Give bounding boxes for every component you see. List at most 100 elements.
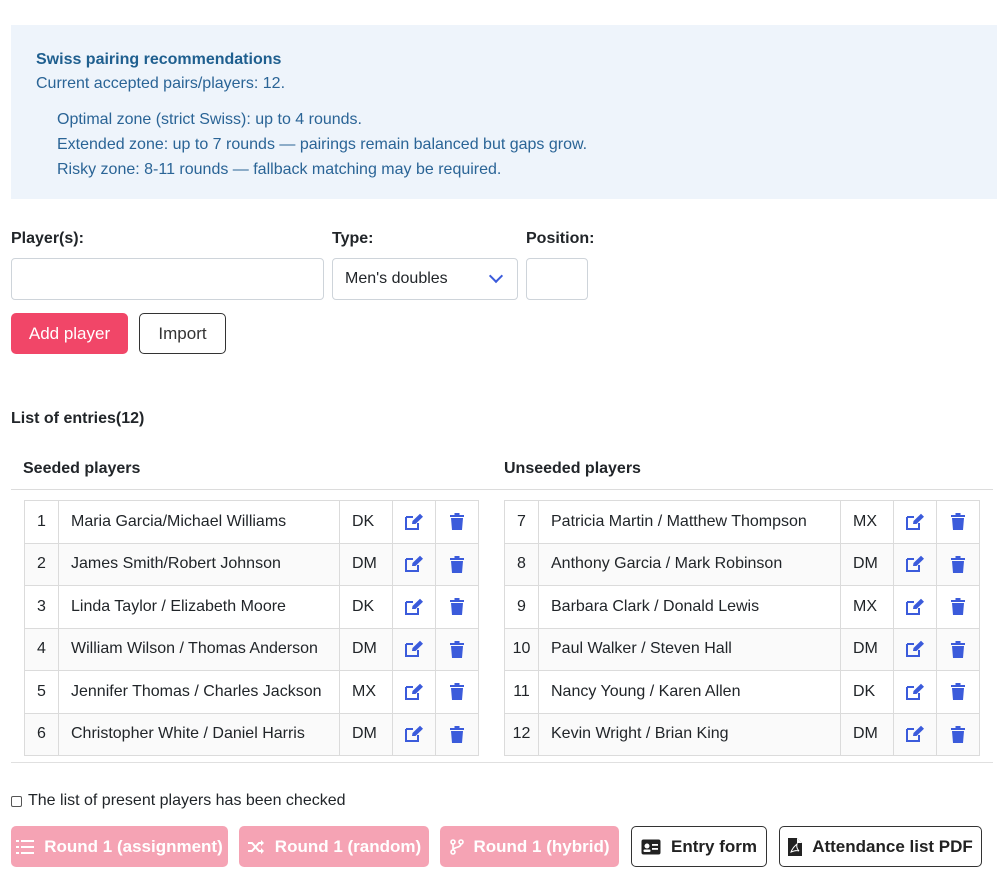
type-label: Type: <box>332 230 374 247</box>
delete-entry-button[interactable] <box>936 712 980 756</box>
edit-entry-button[interactable] <box>392 627 436 671</box>
trash-icon <box>450 513 464 531</box>
delete-entry-button[interactable] <box>435 670 479 714</box>
edit-icon <box>405 683 423 700</box>
entry-name: Nancy Young / Karen Allen <box>538 670 841 714</box>
edit-icon <box>405 513 423 530</box>
entry-number: 8 <box>504 542 539 586</box>
entry-type-code: DM <box>840 542 894 586</box>
shuffle-icon <box>247 839 264 854</box>
checked-row: The list of present players has been che… <box>11 792 346 810</box>
delete-entry-button[interactable] <box>435 585 479 629</box>
entry-row: 5 Jennifer Thomas / Charles Jackson MX <box>24 670 479 714</box>
entry-name: Patricia Martin / Matthew Thompson <box>538 500 841 544</box>
entry-name: Jennifer Thomas / Charles Jackson <box>58 670 340 714</box>
edit-entry-button[interactable] <box>893 627 937 671</box>
seeded-title: Seeded players <box>23 460 141 477</box>
trash-icon <box>450 640 464 658</box>
notice-summary: Current accepted pairs/players: 12. <box>36 75 286 92</box>
edit-icon <box>405 640 423 658</box>
trash-icon <box>951 640 965 658</box>
entry-type-code: DM <box>840 712 894 756</box>
trash-icon <box>450 683 464 701</box>
entry-number: 5 <box>24 670 59 714</box>
round-random-label: Round 1 (random) <box>274 836 422 856</box>
add-player-button[interactable]: Add player <box>11 313 128 354</box>
zone-extended: Extended zone: up to 7 rounds — pairings… <box>57 136 588 153</box>
edit-icon <box>906 598 924 615</box>
attendance-pdf-label: Attendance list PDF <box>812 836 973 856</box>
trash-icon <box>951 683 965 701</box>
entry-row: 1 Maria Garcia/Michael Williams DK <box>24 500 479 544</box>
trash-icon <box>450 725 464 743</box>
pairing-notice: Swiss pairing recommendations Current ac… <box>11 25 997 199</box>
position-input[interactable] <box>526 258 588 300</box>
round-random-button[interactable]: Round 1 (random) <box>239 826 429 867</box>
code-branch-icon <box>449 838 464 855</box>
delete-entry-button[interactable] <box>435 627 479 671</box>
delete-entry-button[interactable] <box>936 670 980 714</box>
entries-title: List of entries(12) <box>11 410 145 427</box>
entry-type-code: DM <box>339 712 393 756</box>
entry-form-label: Entry form <box>671 836 757 856</box>
entry-row: 3 Linda Taylor / Elizabeth Moore DK <box>24 585 479 629</box>
position-label: Position: <box>526 230 595 247</box>
type-select[interactable]: Men's doubles <box>332 258 518 300</box>
edit-icon <box>906 725 924 743</box>
edit-entry-button[interactable] <box>893 500 937 544</box>
entry-number: 3 <box>24 585 59 629</box>
delete-entry-button[interactable] <box>435 542 479 586</box>
delete-entry-button[interactable] <box>435 500 479 544</box>
id-card-icon <box>641 839 661 854</box>
delete-entry-button[interactable] <box>936 585 980 629</box>
entry-name: Christopher White / Daniel Harris <box>58 712 340 756</box>
edit-entry-button[interactable] <box>392 585 436 629</box>
delete-entry-button[interactable] <box>936 500 980 544</box>
entry-type-code: DM <box>339 542 393 586</box>
players-label: Player(s): <box>11 230 84 247</box>
entries-panel: Seeded players Unseeded players 1 Maria G… <box>11 448 993 763</box>
edit-entry-button[interactable] <box>893 712 937 756</box>
delete-entry-button[interactable] <box>936 627 980 671</box>
entries-panel-header: Seeded players Unseeded players <box>11 448 993 490</box>
edit-entry-button[interactable] <box>893 542 937 586</box>
entry-row: 7 Patricia Martin / Matthew Thompson MX <box>504 500 980 544</box>
type-select-value: Men's doubles <box>345 270 448 287</box>
players-input[interactable] <box>11 258 324 300</box>
edit-entry-button[interactable] <box>893 585 937 629</box>
delete-entry-button[interactable] <box>936 542 980 586</box>
entry-type-code: MX <box>339 670 393 714</box>
edit-entry-button[interactable] <box>893 670 937 714</box>
trash-icon <box>951 598 965 616</box>
entry-row: 8 Anthony Garcia / Mark Robinson DM <box>504 542 980 586</box>
delete-entry-button[interactable] <box>435 712 479 756</box>
edit-entry-button[interactable] <box>392 670 436 714</box>
edit-icon <box>906 555 924 573</box>
entry-row: 10 Paul Walker / Steven Hall DM <box>504 627 980 671</box>
entry-number: 12 <box>504 712 539 756</box>
unseeded-title: Unseeded players <box>504 460 641 477</box>
present-checked-checkbox[interactable] <box>11 795 22 807</box>
entry-number: 11 <box>504 670 539 714</box>
edit-icon <box>906 513 924 530</box>
edit-entry-button[interactable] <box>392 542 436 586</box>
edit-entry-button[interactable] <box>392 712 436 756</box>
round-assignment-button[interactable]: Round 1 (assignment) <box>11 826 228 867</box>
entry-number: 10 <box>504 627 539 671</box>
edit-entry-button[interactable] <box>392 500 436 544</box>
round-assignment-label: Round 1 (assignment) <box>44 836 223 856</box>
edit-icon <box>906 683 924 700</box>
entry-number: 1 <box>24 500 59 544</box>
round-hybrid-button[interactable]: Round 1 (hybrid) <box>440 826 619 867</box>
entry-row: 6 Christopher White / Daniel Harris DM <box>24 712 479 756</box>
trash-icon <box>450 555 464 573</box>
trash-icon <box>951 513 965 531</box>
entry-number: 9 <box>504 585 539 629</box>
entry-type-code: DK <box>840 670 894 714</box>
entry-number: 2 <box>24 542 59 586</box>
attendance-pdf-button[interactable]: Attendance list PDF <box>779 826 982 867</box>
entry-type-code: DK <box>339 585 393 629</box>
zone-optimal: Optimal zone (strict Swiss): up to 4 rou… <box>57 111 362 128</box>
entry-form-button[interactable]: Entry form <box>631 826 767 867</box>
import-button[interactable]: Import <box>139 313 226 354</box>
